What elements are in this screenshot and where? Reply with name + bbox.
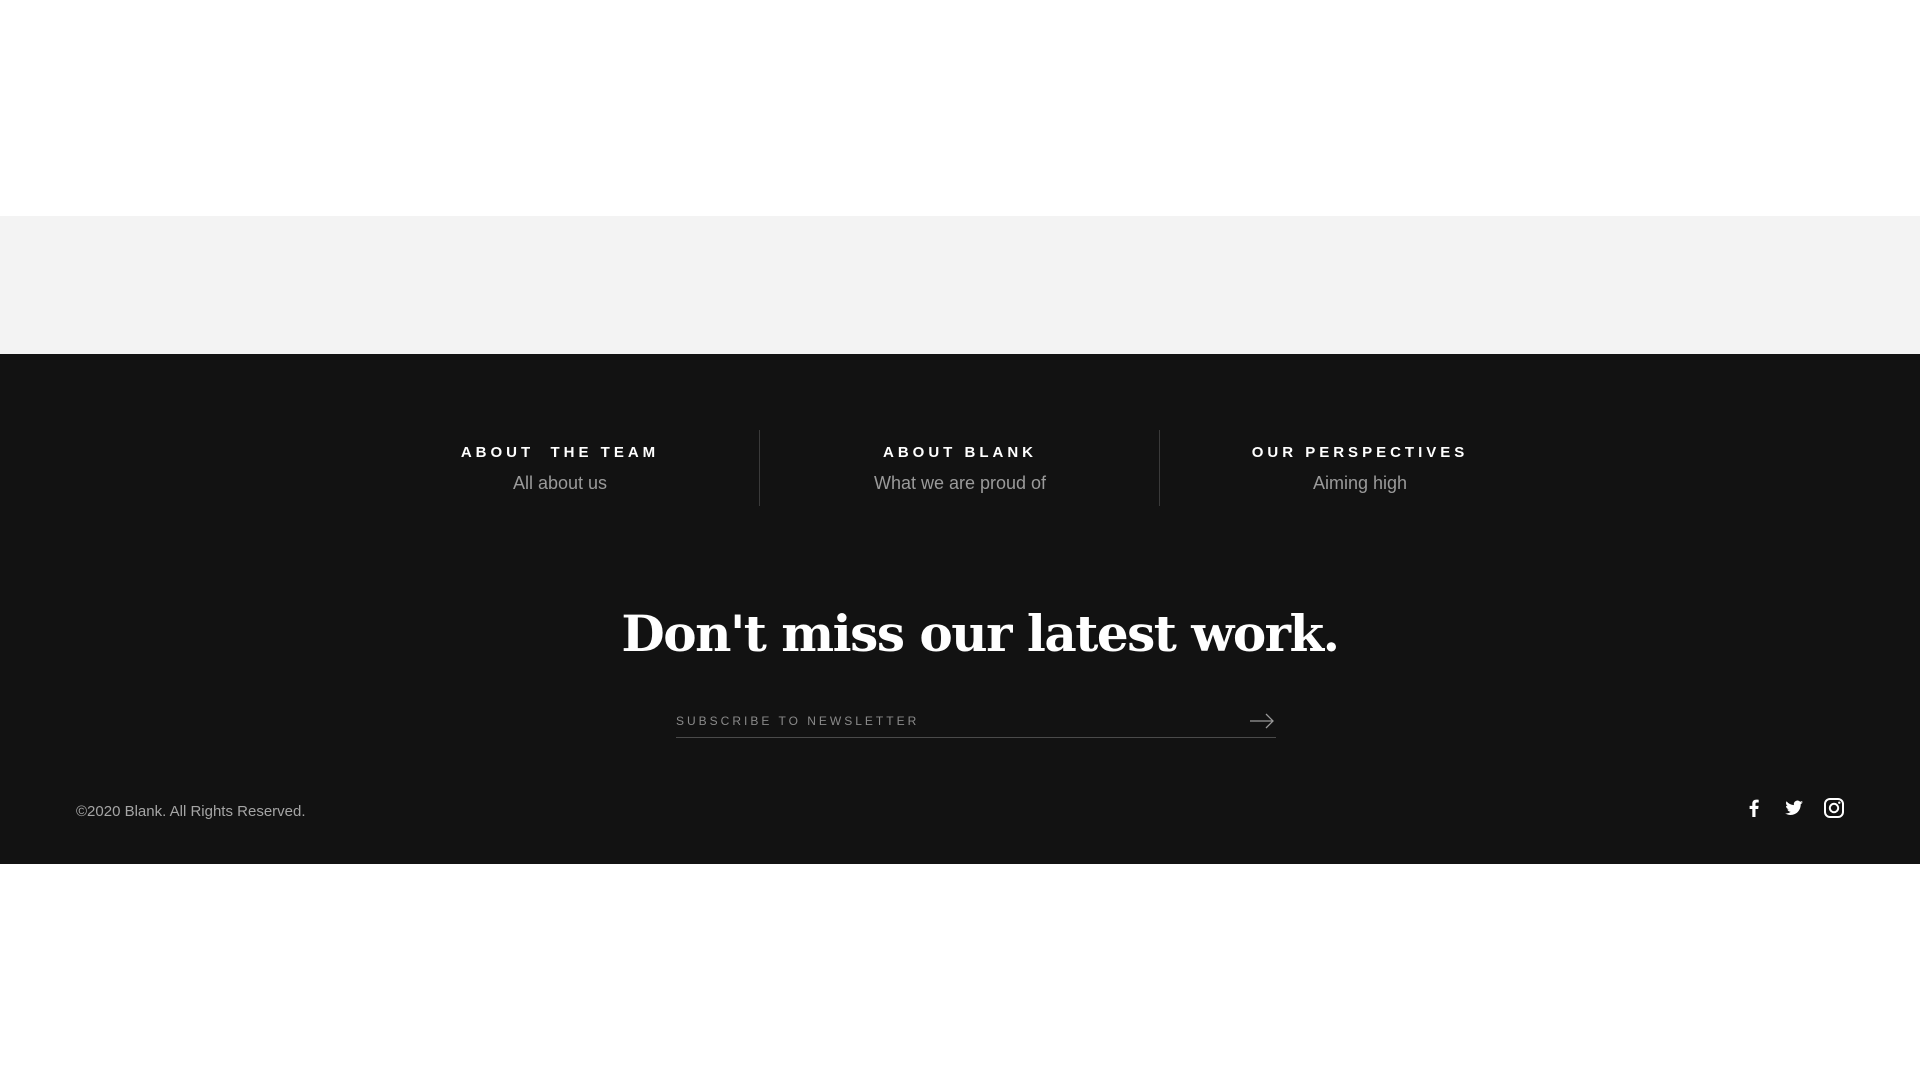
newsletter-email-input[interactable]	[676, 707, 1216, 735]
nav-column-subtitle: Aiming high	[1312, 473, 1408, 493]
nav-column-title: ABOUT BLANK	[883, 444, 1037, 461]
nav-column-title: ABOUT THE TEAM	[460, 444, 660, 461]
arrow-right-icon[interactable]	[1248, 709, 1276, 733]
nav-column-about-team[interactable]: ABOUT THE TEAM All about us	[360, 430, 760, 506]
twitter-icon[interactable]	[1782, 796, 1806, 820]
copyright-text: ©2020 Blank. All Rights Reserved.	[76, 803, 306, 820]
nav-column-about-blank[interactable]: ABOUT BLANK What we are proud of	[760, 430, 1160, 506]
top-blank-area	[0, 0, 1920, 216]
nav-column-subtitle: What we are proud of	[873, 473, 1047, 493]
bottom-blank-area	[0, 864, 1920, 1080]
site-footer: ABOUT THE TEAM All about us ABOUT BLANK …	[0, 354, 1920, 864]
nav-column-subtitle: All about us	[512, 473, 608, 493]
facebook-icon[interactable]	[1742, 796, 1766, 820]
nav-column-title: OUR PERSPECTIVES	[1251, 444, 1469, 461]
nav-column-perspectives[interactable]: OUR PERSPECTIVES Aiming high	[1160, 430, 1560, 506]
newsletter-headline: Don't miss our latest work.	[621, 604, 1340, 663]
gray-band	[0, 216, 1920, 354]
newsletter-form	[676, 707, 1276, 738]
instagram-icon[interactable]	[1822, 796, 1846, 820]
